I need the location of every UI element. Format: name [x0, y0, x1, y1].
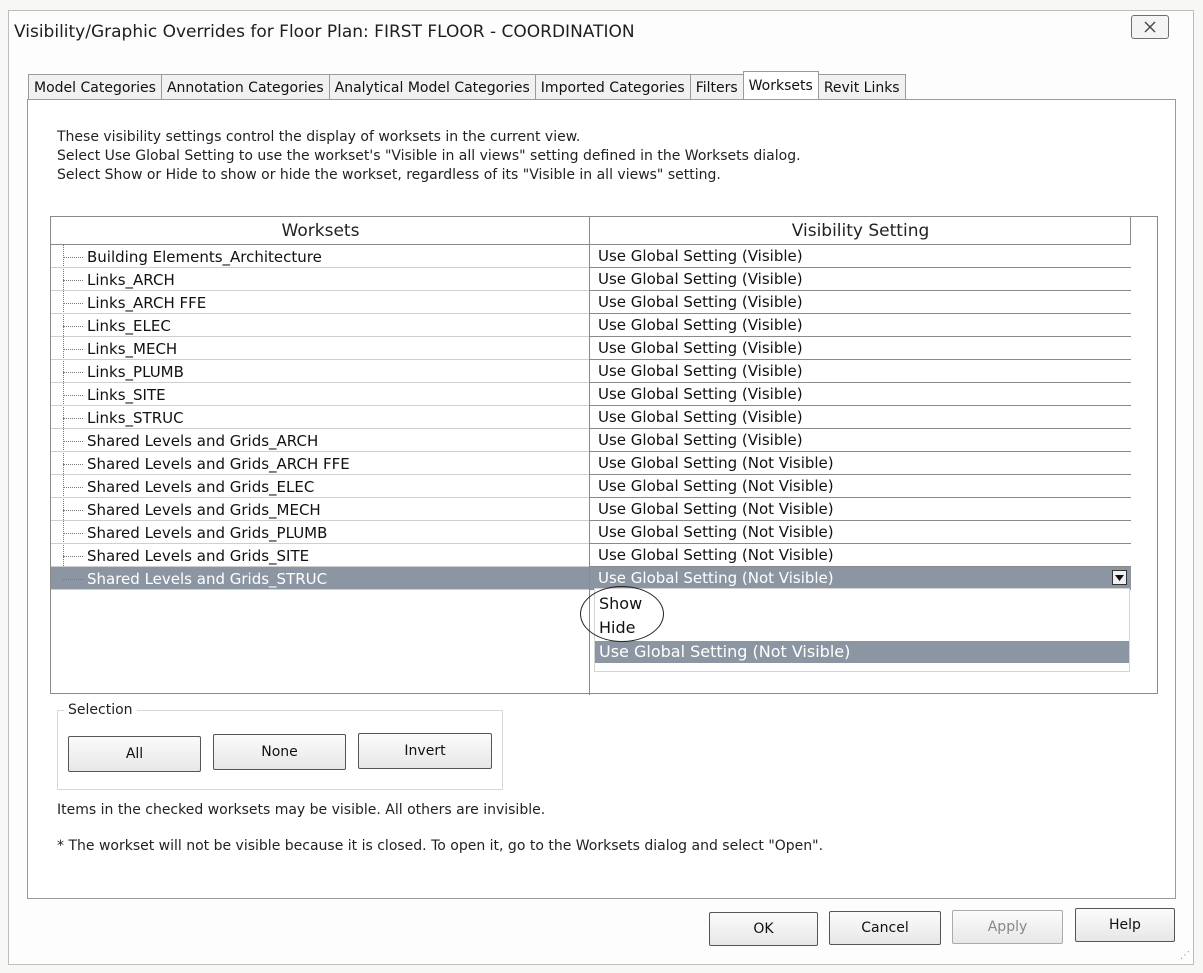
dropdown-option-hide[interactable]: Hide — [595, 617, 1129, 639]
selection-group-label: Selection — [64, 702, 137, 718]
tree-line — [63, 257, 83, 258]
tree-line — [63, 441, 83, 442]
workset-name-cell[interactable]: Shared Levels and Grids_ARCH FFE — [51, 452, 589, 475]
table-row[interactable]: Links_SITE Use Global Setting (Visible) — [51, 383, 1131, 406]
visibility-setting-cell[interactable]: Use Global Setting (Visible) — [590, 429, 1131, 452]
tab-annotation-categories[interactable]: Annotation Categories — [160, 74, 330, 99]
visibility-setting-cell[interactable]: Use Global Setting (Visible) — [590, 337, 1131, 360]
column-header-visibility[interactable]: Visibility Setting — [590, 217, 1131, 245]
tab-model-categories[interactable]: Model Categories — [28, 74, 162, 99]
visibility-dropdown-list: Show Hide Use Global Setting (Not Visibl… — [594, 588, 1130, 672]
workset-name-cell[interactable]: Building Elements_Architecture — [51, 245, 589, 268]
tab-filters[interactable]: Filters — [689, 74, 744, 99]
chevron-down-icon[interactable] — [1112, 570, 1127, 585]
ok-button[interactable]: OK — [709, 912, 818, 946]
visibility-setting-cell[interactable]: Use Global Setting (Visible) — [590, 291, 1131, 314]
close-button[interactable] — [1131, 15, 1169, 39]
tree-line — [63, 510, 83, 511]
workset-name-cell[interactable]: Shared Levels and Grids_STRUC — [51, 567, 589, 590]
workset-name-cell[interactable]: Links_ARCH FFE — [51, 291, 589, 314]
visibility-setting-cell[interactable]: Use Global Setting (Visible) — [590, 383, 1131, 406]
table-row[interactable]: Shared Levels and Grids_ELEC Use Global S… — [51, 475, 1131, 498]
tab-imported-categories[interactable]: Imported Categories — [534, 74, 691, 99]
column-header-worksets[interactable]: Worksets — [51, 217, 590, 245]
table-row[interactable]: Links_STRUC Use Global Setting (Visible) — [51, 406, 1131, 429]
checked-note: Items in the checked worksets may be vis… — [57, 802, 546, 818]
dialog-title: Visibility/Graphic Overrides for Floor P… — [14, 22, 635, 42]
workset-name-cell[interactable]: Links_PLUMB — [51, 360, 589, 383]
visibility-setting-cell[interactable]: Use Global Setting (Visible) — [590, 268, 1131, 291]
select-none-button[interactable]: None — [213, 734, 346, 770]
tree-line — [63, 349, 83, 350]
table-row[interactable]: Links_PLUMB Use Global Setting (Visible) — [51, 360, 1131, 383]
workset-name-cell[interactable]: Links_ELEC — [51, 314, 589, 337]
table-row[interactable]: Shared Levels and Grids_ARCH Use Global S… — [51, 429, 1131, 452]
description: These visibility settings control the di… — [57, 128, 801, 185]
workset-name-cell[interactable]: Links_MECH — [51, 337, 589, 360]
table-row[interactable]: Shared Levels and Grids_PLUMB Use Global … — [51, 521, 1131, 544]
tree-line — [63, 533, 83, 534]
tree-line — [63, 326, 83, 327]
tree-line — [63, 280, 83, 281]
visibility-setting-cell[interactable]: Use Global Setting (Visible) — [590, 360, 1131, 383]
description-line: Select Show or Hide to show or hide the … — [57, 167, 721, 183]
invert-selection-button[interactable]: Invert — [358, 733, 492, 769]
table-row[interactable]: Shared Levels and Grids_MECH Use Global S… — [51, 498, 1131, 521]
tree-line — [63, 579, 83, 580]
tree-line — [63, 372, 83, 373]
visibility-setting-cell[interactable]: Use Global Setting (Visible) — [590, 314, 1131, 337]
tab-revit-links[interactable]: Revit Links — [817, 74, 906, 99]
visibility-setting-cell[interactable]: Use Global Setting (Visible) — [590, 245, 1131, 268]
tab-worksets[interactable]: Worksets — [742, 71, 819, 99]
closed-workset-note: * The workset will not be visible becaus… — [57, 838, 824, 854]
select-all-button[interactable]: All — [68, 736, 201, 772]
table-row[interactable]: Links_ARCH FFE Use Global Setting (Visibl… — [51, 291, 1131, 314]
apply-button[interactable]: Apply — [952, 910, 1063, 944]
workset-name-cell[interactable]: Links_STRUC — [51, 406, 589, 429]
tree-line — [63, 556, 83, 557]
dropdown-option-use-global[interactable]: Use Global Setting (Not Visible) — [595, 641, 1129, 663]
workset-name-cell[interactable]: Shared Levels and Grids_ARCH — [51, 429, 589, 452]
workset-name-cell[interactable]: Links_SITE — [51, 383, 589, 406]
table-row[interactable]: Links_ELEC Use Global Setting (Visible) — [51, 314, 1131, 337]
table-row[interactable]: Links_MECH Use Global Setting (Visible) — [51, 337, 1131, 360]
tab-analytical-model-categories[interactable]: Analytical Model Categories — [328, 74, 536, 99]
tree-line — [63, 464, 83, 465]
table-row[interactable]: Building Elements_Architecture Use Global… — [51, 245, 1131, 268]
tree-line — [63, 487, 83, 488]
cancel-button[interactable]: Cancel — [829, 911, 941, 945]
tree-line — [63, 418, 83, 419]
workset-name-cell[interactable]: Links_ARCH — [51, 268, 589, 291]
visibility-setting-cell[interactable]: Use Global Setting (Not Visible) — [590, 521, 1131, 544]
visibility-setting-cell[interactable]: Use Global Setting (Not Visible) — [590, 544, 1131, 567]
tree-line — [63, 395, 83, 396]
workset-name-cell[interactable]: Shared Levels and Grids_SITE — [51, 544, 589, 567]
table-row[interactable]: Shared Levels and Grids_ARCH FFE Use Glob… — [51, 452, 1131, 475]
workset-name-cell[interactable]: Shared Levels and Grids_ELEC — [51, 475, 589, 498]
description-line: These visibility settings control the di… — [57, 129, 581, 145]
resize-grip-icon[interactable]: ⋰ — [1180, 950, 1190, 961]
visibility-setting-cell[interactable]: Use Global Setting (Not Visible) — [590, 452, 1131, 475]
dropdown-option-show[interactable]: Show — [595, 593, 1129, 615]
visibility-setting-cell[interactable]: Use Global Setting (Not Visible) — [590, 498, 1131, 521]
table-row[interactable]: Shared Levels and Grids_SITE Use Global S… — [51, 544, 1131, 567]
close-icon — [1144, 21, 1156, 33]
column-divider — [1130, 217, 1131, 245]
visibility-setting-cell[interactable]: Use Global Setting (Not Visible) — [590, 475, 1131, 498]
help-button[interactable]: Help — [1075, 908, 1175, 942]
visibility-setting-cell[interactable]: Use Global Setting (Not Visible) — [590, 567, 1131, 590]
description-line: Select Use Global Setting to use the wor… — [57, 148, 801, 164]
workset-name-cell[interactable]: Shared Levels and Grids_PLUMB — [51, 521, 589, 544]
workset-name-cell[interactable]: Shared Levels and Grids_MECH — [51, 498, 589, 521]
table-row[interactable]: Links_ARCH Use Global Setting (Visible) — [51, 268, 1131, 291]
tree-line — [63, 303, 83, 304]
table-row[interactable]: Shared Levels and Grids_STRUC Use Global … — [51, 567, 1131, 590]
tab-bar: Model Categories Annotation Categories A… — [28, 71, 906, 100]
visibility-setting-cell[interactable]: Use Global Setting (Visible) — [590, 406, 1131, 429]
